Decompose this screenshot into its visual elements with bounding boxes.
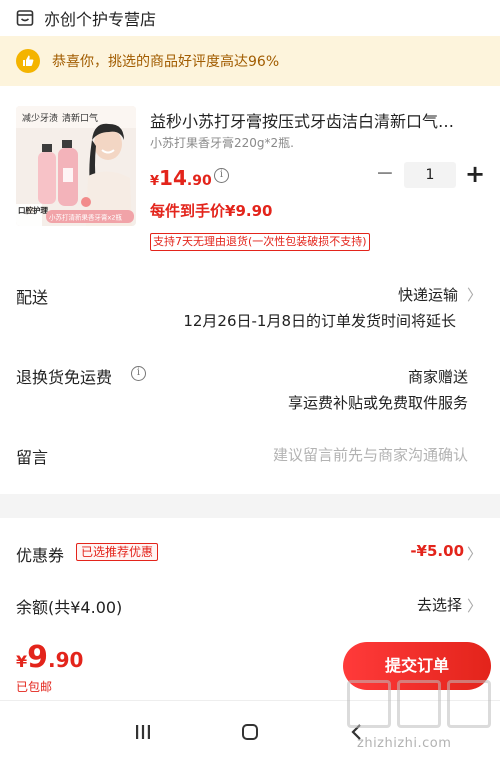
chevron-right-icon[interactable]: 〉 <box>467 543 482 564</box>
banner-text-left: 减少牙渍 <box>22 112 58 124</box>
message-label: 留言 <box>16 448 49 467</box>
price-currency: ¥ <box>150 174 160 189</box>
total-integer: 9 <box>27 640 49 675</box>
thumbs-up-icon <box>16 49 40 73</box>
coupon-recommended-tag: 已选推荐优惠 <box>76 543 159 561</box>
banner-text-right: 清新口气 <box>62 112 98 124</box>
order-card: 减少牙渍 清新口气 口腔护理 小苏打清新果香牙膏x2瓶 益秒小苏打牙膏按压式牙齿… <box>0 86 500 494</box>
store-name[interactable]: 亦创个护专营店 <box>44 6 156 30</box>
balance-label: 余额(共¥4.00) <box>16 598 123 617</box>
return-policy-tag: 支持7天无理由退货(一次性包装破损不支持) <box>150 233 370 251</box>
delivery-note: 12月26日-1月8日的订单发货时间将延长 <box>183 312 456 330</box>
product-image[interactable]: 减少牙渍 清新口气 口腔护理 小苏打清新果香牙膏x2瓶 <box>16 106 136 226</box>
return-shipping-value: 商家赠送 <box>407 368 468 386</box>
final-price-label: 每件到手价¥9.90 <box>150 202 273 220</box>
watermark-glyph <box>397 680 441 728</box>
message-input[interactable]: 建议留言前先与商家沟通确认 <box>273 444 468 465</box>
return-shipping-label: 退换货免运费 <box>16 368 113 387</box>
product-title[interactable]: 益秒小苏打牙膏按压式牙齿洁白清新口气… <box>150 108 485 132</box>
coupon-label: 优惠券 <box>16 546 65 565</box>
product-spec[interactable]: 小苏打果香牙膏220g*2瓶. <box>150 134 294 151</box>
total-price: ¥ 9 .90 <box>16 640 83 675</box>
increase-quantity-button[interactable]: + <box>462 162 488 188</box>
price-decimal: .90 <box>186 173 212 189</box>
free-shipping-note: 已包邮 <box>16 680 53 694</box>
decrease-quantity-button[interactable]: − <box>372 162 398 188</box>
price-integer: 14 <box>159 166 187 190</box>
chevron-right-icon[interactable]: 〉 <box>467 284 482 305</box>
notice-bar: 恭喜你，挑选的商品好评度高达96% <box>0 36 500 86</box>
home-icon[interactable] <box>238 721 262 743</box>
notice-text: 恭喜你，挑选的商品好评度高达96% <box>52 54 280 70</box>
store-icon <box>16 10 34 26</box>
return-shipping-info-icon[interactable]: i <box>131 366 146 381</box>
section-gap <box>0 494 500 518</box>
price-info-icon[interactable]: i <box>214 168 229 183</box>
delivery-method[interactable]: 快递运输 <box>398 284 458 305</box>
watermark-glyph <box>347 680 391 728</box>
chevron-right-icon[interactable]: 〉 <box>467 595 482 616</box>
product-price: ¥ 14 .90 <box>150 166 212 190</box>
recent-apps-icon[interactable] <box>131 721 155 743</box>
discount-card: 优惠券 已选推荐优惠 -¥5.00 〉 余额(共¥4.00) 去选择 〉 <box>0 518 500 638</box>
delivery-label: 配送 <box>16 288 49 307</box>
badge-text: 小苏打清新果香牙膏x2瓶 <box>49 213 122 222</box>
coupon-amount[interactable]: -¥5.00 <box>410 542 464 560</box>
side-label-text: 口腔护理 <box>18 205 48 215</box>
quantity-field[interactable]: 1 <box>404 162 456 188</box>
return-shipping-note: 享运费补贴或免费取件服务 <box>287 394 468 412</box>
total-currency: ¥ <box>16 652 28 671</box>
balance-select[interactable]: 去选择 <box>417 594 462 615</box>
total-decimal: .90 <box>48 648 84 672</box>
watermark-glyph <box>447 680 491 728</box>
quantity-stepper: − 1 + <box>372 162 488 188</box>
store-header[interactable]: 亦创个护专营店 <box>0 0 500 36</box>
watermark-text: zhizhizhi.com <box>357 736 452 751</box>
